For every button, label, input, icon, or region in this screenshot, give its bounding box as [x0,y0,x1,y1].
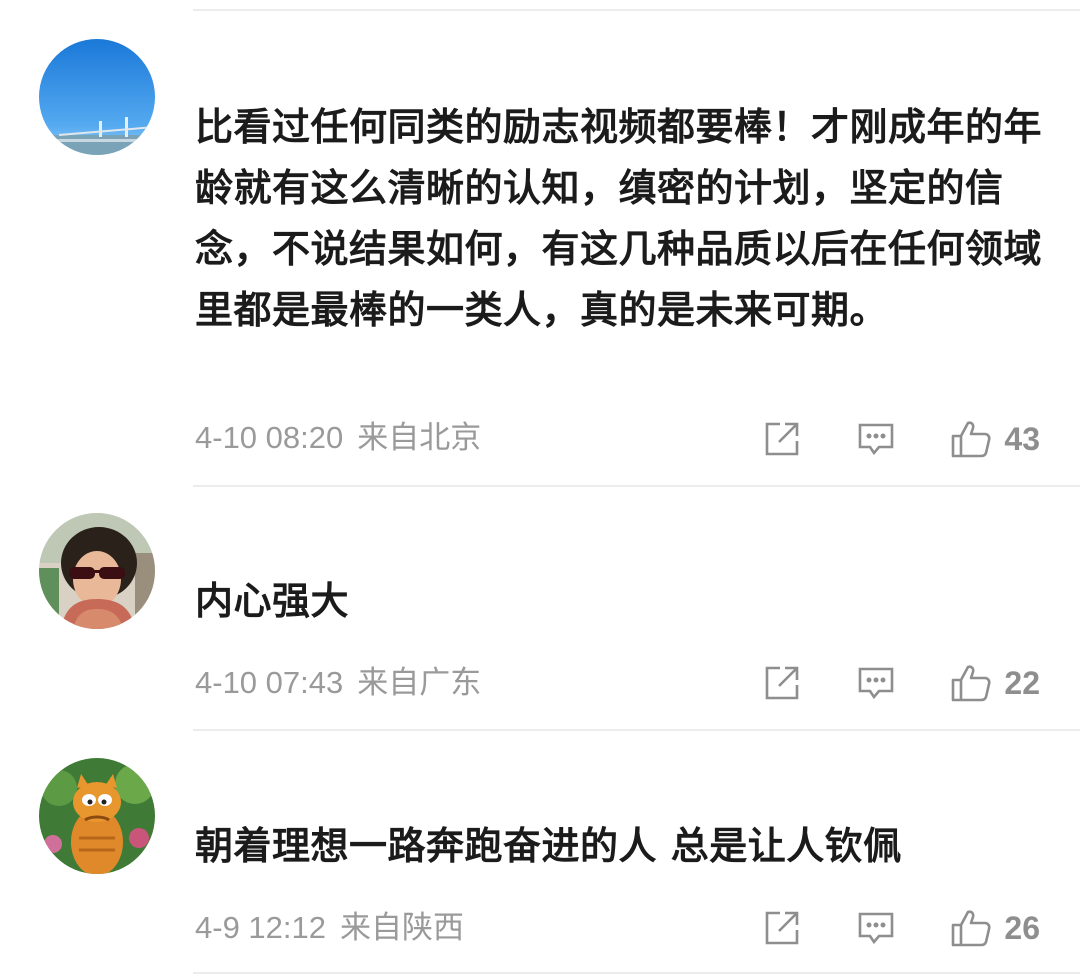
thumbs-up-icon [950,908,991,948]
like-button[interactable]: 43 [950,419,1040,459]
comment-item: 比看过任何同类的励志视频都要棒！才刚成年的年龄就有这么清晰的认知，缜密的计划，坚… [0,0,1080,487]
comment-icon[interactable] [856,908,896,948]
comment-meta: 4-10 08:20 来自北京 [195,418,481,458]
comment-actions: 22 [762,661,1040,705]
share-icon[interactable] [762,908,802,948]
like-count: 43 [1004,420,1040,457]
comment-icon[interactable] [856,663,896,703]
like-count: 26 [1004,909,1040,946]
comment-time: 4-9 12:12 [195,910,326,945]
like-button[interactable]: 22 [950,663,1040,703]
comment-item: 内心强大 4-10 07:43 来自广东 22 [0,487,1080,731]
avatar[interactable] [39,39,155,155]
avatar[interactable] [39,513,155,629]
like-button[interactable]: 26 [950,908,1040,948]
comment-location: 来自广东 [357,665,482,700]
share-icon[interactable] [762,419,802,459]
like-count: 22 [1004,664,1040,701]
comment-text: 比看过任何同类的励志视频都要棒！才刚成年的年龄就有这么清晰的认知，缜密的计划，坚… [195,105,1043,332]
comment-meta: 4-9 12:12 来自陕西 [195,908,464,948]
comment-icon[interactable] [856,419,896,459]
thumbs-up-icon [950,419,991,459]
share-icon[interactable] [762,663,802,703]
comment-meta: 4-10 07:43 来自广东 [195,663,481,703]
comment-actions: 43 [762,417,1040,461]
comment-location: 来自陕西 [340,910,464,945]
comment-text: 内心强大 [195,579,350,623]
comment-time: 4-10 07:43 [195,665,344,700]
comment-actions: 26 [762,906,1040,950]
avatar[interactable] [39,758,155,874]
comment-text: 朝着理想一路奔跑奋进的人 总是让人钦佩 [195,824,902,868]
comment-time: 4-10 08:20 [195,420,344,455]
comment-item: 朝着理想一路奔跑奋进的人 总是让人钦佩 4-9 12:12 来自陕西 26 [0,731,1080,980]
divider [193,972,1080,974]
comment-location: 来自北京 [357,420,482,455]
thumbs-up-icon [950,663,991,703]
